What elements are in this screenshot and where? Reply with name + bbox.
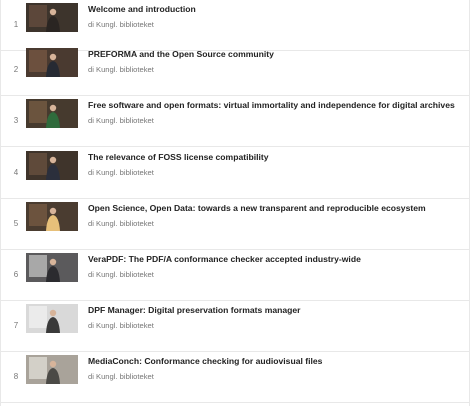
video-title[interactable]: The relevance of FOSS license compatibil…	[88, 152, 464, 162]
channel-name: di Kungl. biblioteket	[88, 65, 154, 74]
video-thumbnail[interactable]	[26, 355, 78, 384]
speaker-standing-thumbnail	[26, 48, 78, 77]
video-title[interactable]: DPF Manager: Digital preservation format…	[88, 305, 464, 315]
video-thumbnail[interactable]	[26, 48, 78, 77]
playlist-item[interactable]: 7 DPF Manager: Digital preservation forma…	[1, 301, 470, 352]
channel-name: di Kungl. biblioteket	[88, 20, 154, 29]
playlist-panel: 1 Welcome and introduction di Kungl. bibli…	[0, 0, 470, 406]
video-thumbnail[interactable]	[26, 253, 78, 282]
video-thumbnail[interactable]	[26, 99, 78, 128]
channel-name: di Kungl. biblioteket	[88, 219, 154, 228]
video-thumbnail[interactable]	[26, 3, 78, 32]
speaker-whiteboard-thumbnail	[26, 304, 78, 333]
video-title[interactable]: PREFORMA and the Open Source community	[88, 49, 464, 59]
channel-name: di Kungl. biblioteket	[88, 372, 154, 381]
playlist-item[interactable]: 1 Welcome and introduction di Kungl. bibli…	[1, 0, 470, 51]
speaker-green-thumbnail	[26, 99, 78, 128]
channel-name: di Kungl. biblioteket	[88, 321, 154, 330]
video-title[interactable]: MediaConch: Conformance checking for aud…	[88, 356, 464, 366]
speaker-gesturing-thumbnail	[26, 151, 78, 180]
playlist-item[interactable]: 3 Free software and open formats: virtual…	[1, 96, 470, 147]
speaker-screen-thumbnail	[26, 253, 78, 282]
speaker-slides-thumbnail	[26, 355, 78, 384]
playlist-item[interactable]: 5 Open Science, Open Data: towards a new …	[1, 199, 470, 250]
playlist-item[interactable]: 6 VeraPDF: The PDF/A conformance checker …	[1, 250, 470, 301]
speaker-woman-thumbnail	[26, 202, 78, 231]
playlist-item[interactable]: 8 MediaConch: Conformance checking for au…	[1, 352, 470, 403]
video-title[interactable]: Free software and open formats: virtual …	[88, 100, 464, 110]
video-title[interactable]: Open Science, Open Data: towards a new t…	[88, 203, 464, 213]
video-thumbnail[interactable]	[26, 151, 78, 180]
channel-name: di Kungl. biblioteket	[88, 116, 154, 125]
playlist-item[interactable]: 4 The relevance of FOSS license compatibi…	[1, 148, 470, 199]
video-thumbnail[interactable]	[26, 202, 78, 231]
video-title[interactable]: VeraPDF: The PDF/A conformance checker a…	[88, 254, 464, 264]
channel-name: di Kungl. biblioteket	[88, 168, 154, 177]
video-thumbnail[interactable]	[26, 304, 78, 333]
video-title[interactable]: Welcome and introduction	[88, 4, 464, 14]
playlist-item[interactable]: 2 PREFORMA and the Open Source community d…	[1, 45, 470, 96]
speaker-podium-thumbnail	[26, 3, 78, 32]
channel-name: di Kungl. biblioteket	[88, 270, 154, 279]
